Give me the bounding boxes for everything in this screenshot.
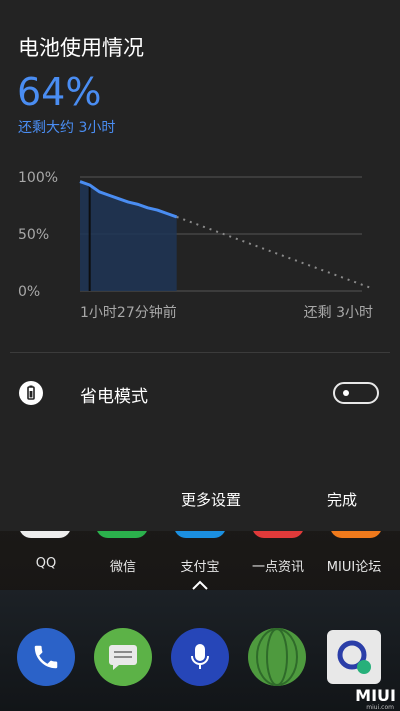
mic-glyph-icon bbox=[191, 644, 209, 669]
app-label-yidianzixun[interactable]: 一点资讯 bbox=[238, 556, 318, 575]
x-start-label: 1小时27分钟前 bbox=[80, 304, 177, 321]
power-saver-label: 省电模式 bbox=[80, 387, 148, 407]
miui-brand-sub: miui.com bbox=[366, 704, 394, 711]
app-label-qq[interactable]: QQ bbox=[6, 556, 86, 571]
divider bbox=[10, 352, 390, 353]
panel-title: 电池使用情况 bbox=[18, 36, 144, 60]
phone-glyph-icon bbox=[34, 645, 58, 669]
message-bubble-icon bbox=[109, 645, 137, 670]
battery-chart: 100% 50% 0% 1小时27分钟前 还剩 3小时 bbox=[18, 170, 373, 321]
y-tick-100: 100% bbox=[18, 170, 58, 186]
done-button[interactable]: 完成 bbox=[327, 489, 357, 510]
globe-icon bbox=[256, 628, 298, 686]
messages-icon[interactable] bbox=[94, 628, 152, 686]
usage-area bbox=[80, 181, 177, 291]
toggle-knob bbox=[343, 390, 349, 396]
y-tick-0: 0% bbox=[18, 284, 40, 300]
app-icon[interactable] bbox=[327, 630, 381, 684]
app-label-wechat[interactable]: 微信 bbox=[83, 556, 163, 575]
power-saver-toggle[interactable] bbox=[333, 382, 379, 404]
remaining-time: 还剩大约 3小时 bbox=[18, 120, 116, 136]
q-logo-icon bbox=[337, 640, 371, 674]
battery-percent: 64% bbox=[17, 70, 102, 114]
phone-icon[interactable] bbox=[17, 628, 75, 686]
app-label-miui-forum[interactable]: MIUI论坛 bbox=[314, 556, 394, 575]
chevron-up-icon[interactable] bbox=[190, 578, 210, 592]
x-end-label: 还剩 3小时 bbox=[304, 305, 373, 321]
browser-icon[interactable] bbox=[248, 628, 306, 686]
more-settings-button[interactable]: 更多设置 bbox=[181, 489, 241, 510]
battery-saver-icon bbox=[19, 381, 43, 405]
microphone-icon[interactable] bbox=[171, 628, 229, 686]
miui-brand-logo: MIUI bbox=[355, 686, 396, 705]
app-label-alipay[interactable]: 支付宝 bbox=[160, 556, 240, 575]
projection-line bbox=[176, 215, 371, 289]
battery-usage-panel: 电池使用情况 64% 还剩大约 3小时 100% 50% 0% 1小时27分钟前… bbox=[0, 0, 400, 531]
y-tick-50: 50% bbox=[18, 227, 49, 243]
